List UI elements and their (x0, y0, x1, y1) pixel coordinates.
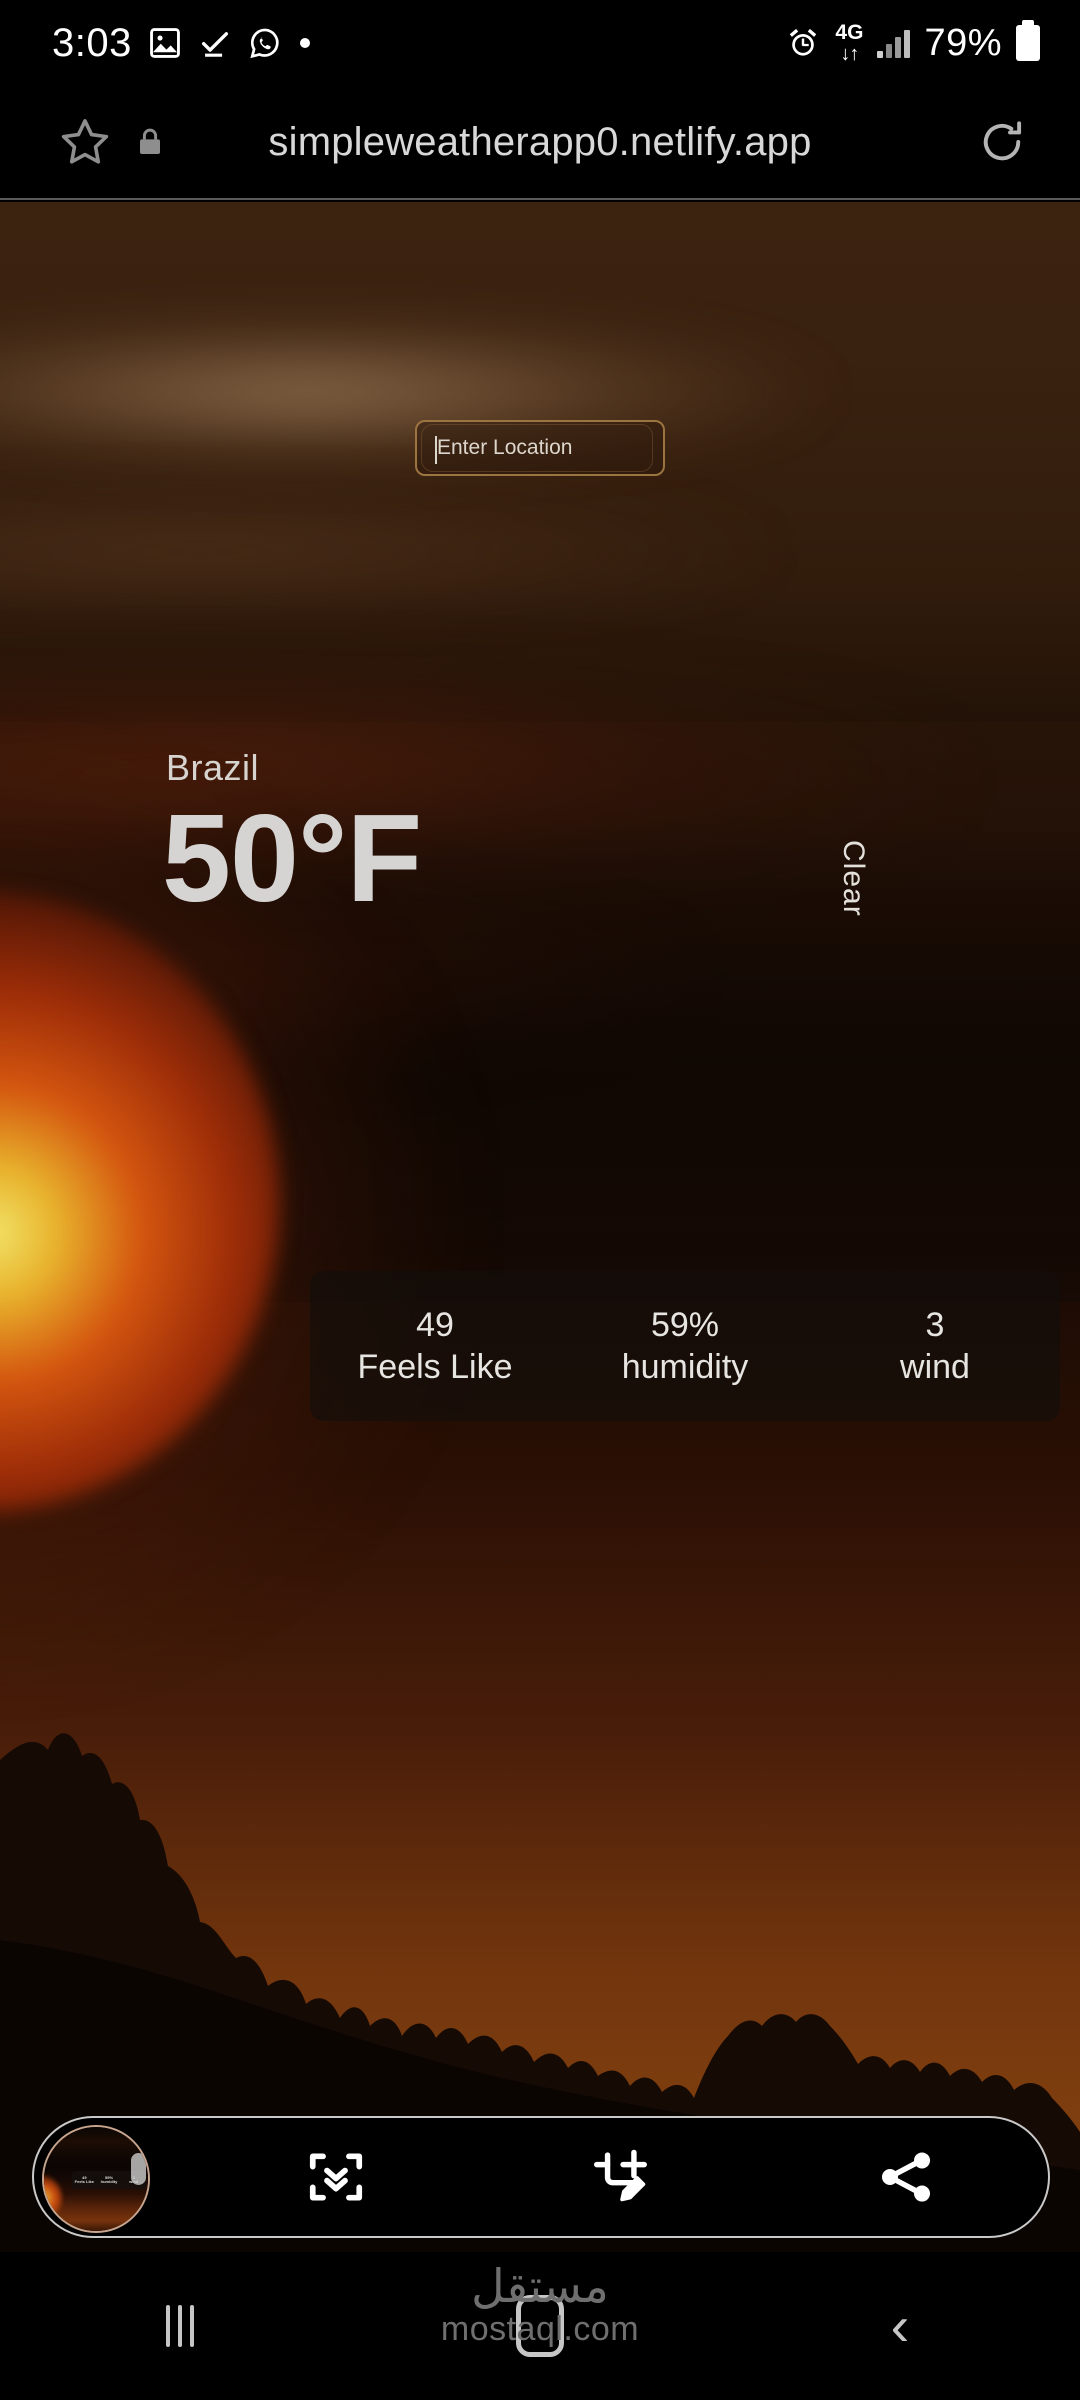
stat-wind: 3 wind (810, 1304, 1060, 1389)
back-icon: ‹ (890, 2294, 910, 2357)
weather-app-page: Brazil 50°F Clear 49 Feels Like 59% humi… (0, 202, 1080, 2400)
recents-icon (166, 2305, 194, 2347)
home-icon (516, 2295, 564, 2357)
text-caret (435, 436, 437, 464)
status-bar-left: 3:03 (0, 21, 312, 66)
status-bar: 3:03 4G ↓↑ 79% (0, 0, 1080, 86)
stat-value: 3 (925, 1305, 945, 1344)
stat-humidity: 59% humidity (560, 1304, 810, 1389)
reload-icon[interactable] (976, 116, 1028, 168)
recents-button[interactable] (0, 2305, 360, 2347)
signal-bars-icon (877, 28, 911, 58)
alarm-icon (785, 25, 821, 61)
thumbnail-scrollbar (131, 2153, 146, 2185)
image-icon (148, 26, 182, 60)
stat-label: humidity (621, 1348, 749, 1386)
thumb-stat-0: 49 Feels Like (74, 2174, 94, 2184)
share-icon (875, 2146, 937, 2208)
network-type-icon: 4G ↓↑ (835, 22, 863, 64)
stat-value: 49 (416, 1305, 454, 1344)
stat-value: 59% (650, 1305, 720, 1344)
battery-icon (1016, 20, 1040, 61)
screenshot-thumbnail[interactable]: 49 Feels Like 59% humidity 3 wind (42, 2125, 150, 2233)
weather-condition: Clear (837, 840, 870, 917)
crop-edit-button[interactable] (479, 2146, 764, 2208)
city-name: Brazil (166, 747, 260, 788)
url-text[interactable]: simpleweatherapp0.netlify.app (0, 120, 1080, 165)
temperature-value: 50°F (162, 790, 422, 928)
home-button[interactable] (360, 2295, 720, 2357)
search-input[interactable] (417, 422, 663, 474)
scroll-capture-icon (305, 2146, 367, 2208)
stat-label: wind (900, 1348, 970, 1386)
network-label: 4G (835, 21, 864, 44)
screenshot-toolbar-buttons (194, 2146, 1048, 2208)
phone-screen: 3:03 4G ↓↑ 79% simpleweatherapp0.netlify… (0, 0, 1080, 2400)
dot-icon (298, 36, 312, 50)
whatsapp-icon (248, 26, 282, 60)
thumb-stat-1: 59% humidity (100, 2174, 118, 2184)
location-search-box[interactable] (415, 420, 665, 476)
navigation-bar: ‹ (0, 2252, 1080, 2400)
crop-edit-icon (590, 2146, 652, 2208)
download-complete-icon (198, 26, 232, 60)
battery-percent: 79% (924, 21, 1002, 64)
browser-toolbar: simpleweatherapp0.netlify.app (0, 86, 1080, 200)
status-time: 3:03 (52, 20, 132, 65)
network-arrows: ↓↑ (840, 43, 859, 65)
stat-feels-like: 49 Feels Like (310, 1304, 560, 1389)
screenshot-toolbar: 49 Feels Like 59% humidity 3 wind (32, 2116, 1050, 2238)
weather-stats-panel: 49 Feels Like 59% humidity 3 wind (310, 1271, 1060, 1421)
stat-label: Feels Like (357, 1348, 513, 1386)
back-button[interactable]: ‹ (720, 2298, 1080, 2354)
scroll-capture-button[interactable] (194, 2146, 479, 2208)
share-button[interactable] (763, 2146, 1048, 2208)
location-search-wrapper (415, 420, 665, 476)
status-bar-right: 4G ↓↑ 79% (785, 20, 1080, 65)
